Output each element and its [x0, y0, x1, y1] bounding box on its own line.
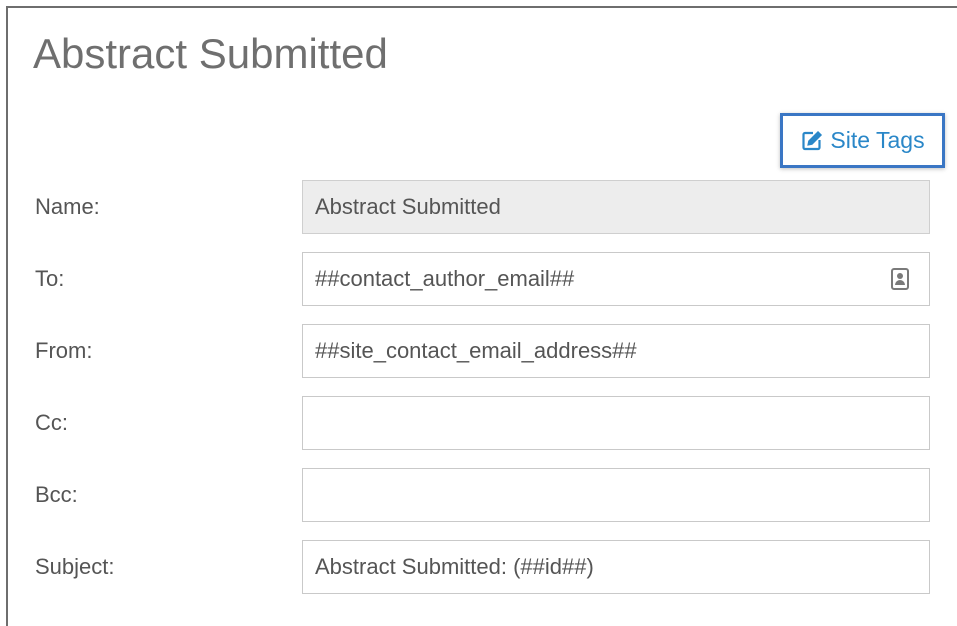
cc-field[interactable]	[302, 396, 930, 450]
edit-icon	[800, 129, 824, 153]
bcc-row: Bcc:	[0, 468, 957, 522]
email-template-panel	[6, 6, 957, 626]
from-row: From:	[0, 324, 957, 378]
bcc-field[interactable]	[302, 468, 930, 522]
name-row: Name:	[0, 180, 957, 234]
site-tags-label: Site Tags	[830, 127, 925, 153]
name-label: Name:	[35, 194, 100, 219]
page-title: Abstract Submitted	[33, 30, 388, 77]
cc-row: Cc:	[0, 396, 957, 450]
cc-label: Cc:	[35, 410, 68, 435]
subject-row: Subject:	[0, 540, 957, 594]
name-field[interactable]	[302, 180, 930, 234]
site-tags-link[interactable]: Site Tags	[800, 127, 925, 154]
site-tags-highlight: Site Tags	[780, 113, 945, 168]
from-label: From:	[35, 338, 93, 363]
subject-label: Subject:	[35, 554, 115, 579]
to-field[interactable]	[302, 252, 930, 306]
from-field[interactable]	[302, 324, 930, 378]
subject-field[interactable]	[302, 540, 930, 594]
to-row: To:	[0, 252, 957, 306]
bcc-label: Bcc:	[35, 482, 78, 507]
to-label: To:	[35, 266, 65, 291]
contact-card-icon[interactable]	[891, 268, 909, 290]
